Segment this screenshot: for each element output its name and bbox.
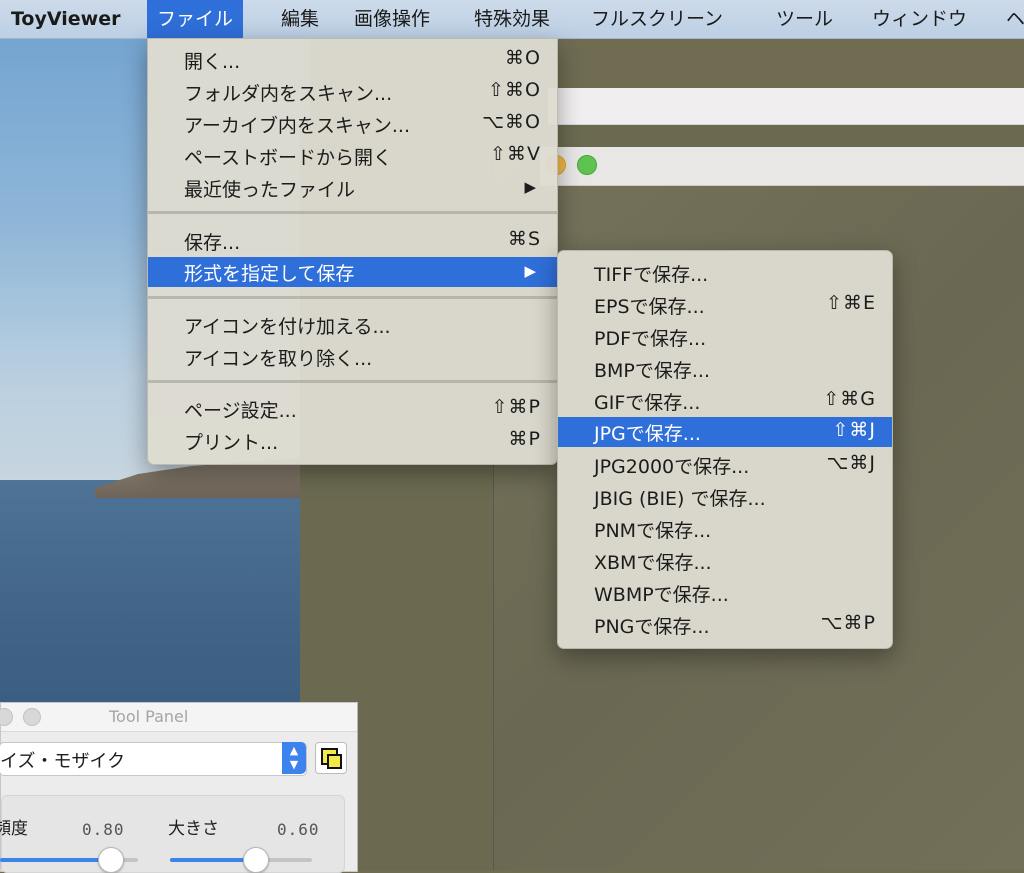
menu-item-save-tiff[interactable]: TIFFで保存... [558,258,892,288]
tool-panel-titlebar: Tool Panel [0,703,357,732]
tool-panel-window: Tool Panel イズ・モザイク ▲ ▼ 頻度 0.80 大きさ 0.60 [0,702,358,873]
close-button[interactable] [0,708,13,726]
menu-item-save-bmp[interactable]: BMPで保存... [558,354,892,384]
minimize-button[interactable] [23,708,41,726]
size-slider[interactable] [170,847,312,873]
menu-item-shortcut: ⌘O [505,47,541,69]
tool-panel-title: Tool Panel [109,707,189,726]
menu-item-shortcut: ⇧⌘E [826,292,876,314]
menu-window[interactable]: ウィンドウ [862,0,977,38]
menu-item-label: アイコンを取り除く... [184,348,373,370]
background-window-titlebar [548,88,1024,125]
menu-item-label: アーカイブ内をスキャン... [184,115,410,137]
menu-item-label: プリント... [184,432,279,454]
app-menu[interactable]: ToyViewer [0,0,131,38]
menu-item-label: BMPで保存... [594,360,711,382]
menu-item-save-as-format[interactable]: 形式を指定して保存 ▶ [148,257,557,287]
menu-item-shortcut: ⇧⌘P [491,396,541,418]
menu-item-remove-icon[interactable]: アイコンを取り除く... [148,342,557,372]
menu-item-label: JPG2000で保存... [594,456,750,478]
effect-select-value: イズ・モザイク [0,751,126,772]
slider-group: 頻度 0.80 大きさ 0.60 [0,795,345,873]
menu-item-label: 開く... [184,51,241,73]
frequency-slider[interactable] [0,847,138,873]
save-format-submenu: TIFFで保存... EPSで保存... ⇧⌘E PDFで保存... BMPで保… [557,250,893,649]
menu-item-page-setup[interactable]: ページ設定... ⇧⌘P [148,394,557,424]
frequency-value: 0.80 [82,820,125,839]
size-slider-knob[interactable] [243,847,270,873]
chevron-updown-icon: ▲ ▼ [282,742,306,774]
menu-item-shortcut: ⌘P [508,428,541,450]
menu-item-label: JBIG (BIE) で保存... [594,488,766,510]
menu-item-label: EPSで保存... [594,296,705,318]
menu-file[interactable]: ファイル [147,0,244,38]
menu-item-shortcut: ⌥⌘P [820,612,876,634]
zoom-button[interactable] [577,155,597,175]
size-value: 0.60 [277,820,320,839]
menu-item-save-jpg2000[interactable]: JPG2000で保存... ⌥⌘J [558,450,892,480]
menu-item-label: TIFFで保存... [594,264,709,286]
menu-item-label: ペーストボードから開く [184,147,393,169]
menu-item-shortcut: ⇧⌘G [823,388,876,410]
menu-item-label: GIFで保存... [594,392,701,414]
menu-item-label: 保存... [184,232,241,254]
menu-item-shortcut: ⌥⌘O [482,111,541,133]
menu-item-shortcut: ⇧⌘O [488,79,541,101]
menu-item-label: JPGで保存... [594,423,701,445]
menu-item-save-xbm[interactable]: XBMで保存... [558,546,892,576]
menu-item-label: アイコンを付け加える... [184,316,391,338]
menu-item-print[interactable]: プリント... ⌘P [148,426,557,456]
menu-item-save[interactable]: 保存... ⌘S [148,226,557,256]
menu-bar: ToyViewer ファイル 編集 画像操作 特殊効果 フルスクリーン ツール … [0,0,1024,39]
menu-item-shortcut: ⌘S [507,228,541,250]
frequency-label: 頻度 [0,819,28,839]
menu-item-save-jbig[interactable]: JBIG (BIE) で保存... [558,482,892,512]
menu-item-add-icon[interactable]: アイコンを付け加える... [148,310,557,340]
menu-separator [148,296,557,299]
menu-special-effects[interactable]: 特殊効果 [464,0,560,38]
menu-item-label: PDFで保存... [594,328,707,350]
menu-item-recent-files[interactable]: 最近使ったファイル ▶ [148,173,557,203]
menu-item-label: ページ設定... [184,400,297,422]
image-window-titlebar [540,147,1024,186]
menu-item-shortcut: ⇧⌘J [832,419,876,441]
frequency-slider-fill [0,858,111,862]
menu-item-save-jpg[interactable]: JPGで保存... ⇧⌘J [558,417,892,447]
menu-item-save-wbmp[interactable]: WBMPで保存... [558,578,892,608]
menu-item-label: WBMPで保存... [594,584,729,606]
menu-tools[interactable]: ツール [766,0,843,38]
frequency-slider-knob[interactable] [98,847,125,873]
menu-item-open[interactable]: 開く... ⌘O [148,45,557,75]
menu-item-label: PNMで保存... [594,520,712,542]
size-label: 大きさ [168,819,219,839]
menu-item-save-gif[interactable]: GIFで保存... ⇧⌘G [558,386,892,416]
menu-item-label: XBMで保存... [594,552,712,574]
layers-button[interactable] [315,742,347,774]
menu-separator [148,211,557,214]
menu-item-shortcut: ⇧⌘V [490,143,541,165]
menu-fullscreen[interactable]: フルスクリーン [581,0,733,38]
menu-item-scan-archive[interactable]: アーカイブ内をスキャン... ⌥⌘O [148,109,557,139]
menu-item-label: 形式を指定して保存 [184,263,355,285]
menu-item-label: PNGで保存... [594,616,710,638]
effect-select[interactable]: イズ・モザイク ▲ ▼ [0,742,307,776]
submenu-arrow-icon: ▶ [524,178,537,196]
menu-item-open-pasteboard[interactable]: ペーストボードから開く ⇧⌘V [148,141,557,171]
menu-edit[interactable]: 編集 [271,0,329,38]
menu-item-label: 最近使ったファイル [184,179,356,201]
menu-item-save-pnm[interactable]: PNMで保存... [558,514,892,544]
menu-item-save-png[interactable]: PNGで保存... ⌥⌘P [558,610,892,640]
layers-icon-front [327,754,342,769]
menu-item-save-eps[interactable]: EPSで保存... ⇧⌘E [558,290,892,320]
menu-separator [148,380,557,383]
menu-help[interactable]: ヘ [996,0,1024,38]
file-menu: 開く... ⌘O フォルダ内をスキャン... ⇧⌘O アーカイブ内をスキャン..… [147,38,558,465]
menu-item-label: フォルダ内をスキャン... [184,83,393,105]
menu-image-ops[interactable]: 画像操作 [344,0,440,38]
menu-item-scan-folder[interactable]: フォルダ内をスキャン... ⇧⌘O [148,77,557,107]
menu-item-shortcut: ⌥⌘J [826,452,876,474]
menu-item-save-pdf[interactable]: PDFで保存... [558,322,892,352]
submenu-arrow-icon: ▶ [524,262,537,280]
